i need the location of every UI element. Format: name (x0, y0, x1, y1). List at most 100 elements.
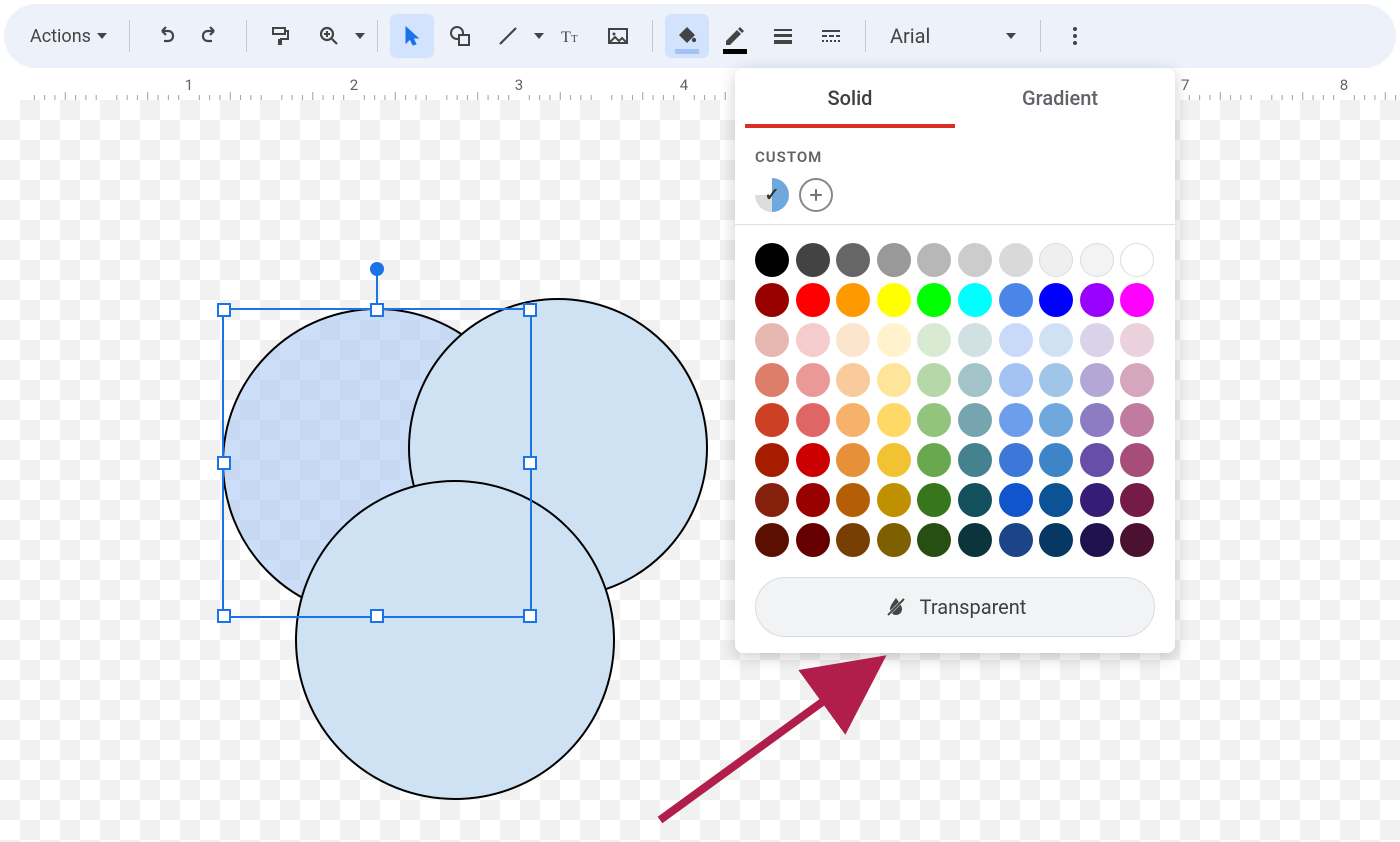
color-swatch[interactable] (958, 403, 992, 437)
color-swatch[interactable] (755, 283, 789, 317)
shape-tool[interactable] (438, 14, 482, 58)
color-swatch[interactable] (917, 443, 951, 477)
border-dash-button[interactable] (809, 14, 853, 58)
color-swatch[interactable] (1080, 283, 1114, 317)
color-swatch[interactable] (877, 483, 911, 517)
color-swatch[interactable] (1039, 443, 1073, 477)
color-swatch[interactable] (755, 443, 789, 477)
color-swatch[interactable] (999, 403, 1033, 437)
color-swatch[interactable] (877, 323, 911, 357)
color-swatch[interactable] (1080, 403, 1114, 437)
color-swatch[interactable] (999, 363, 1033, 397)
color-swatch[interactable] (1120, 403, 1154, 437)
actions-menu[interactable]: Actions (20, 20, 117, 53)
tab-gradient[interactable]: Gradient (955, 68, 1165, 128)
color-swatch[interactable] (1039, 283, 1073, 317)
undo-button[interactable] (142, 14, 186, 58)
color-swatch[interactable] (958, 283, 992, 317)
transparent-button[interactable]: Transparent (755, 577, 1155, 637)
color-swatch[interactable] (836, 243, 870, 277)
color-swatch[interactable] (999, 483, 1033, 517)
border-color-button[interactable] (713, 14, 757, 58)
color-swatch[interactable] (877, 243, 911, 277)
color-swatch[interactable] (999, 243, 1033, 277)
color-swatch[interactable] (796, 323, 830, 357)
color-swatch[interactable] (917, 523, 951, 557)
color-swatch[interactable] (1120, 443, 1154, 477)
color-swatch[interactable] (958, 323, 992, 357)
color-swatch[interactable] (917, 403, 951, 437)
color-swatch[interactable] (877, 283, 911, 317)
resize-handle-sw[interactable] (217, 609, 231, 623)
color-swatch[interactable] (999, 323, 1033, 357)
color-swatch[interactable] (755, 363, 789, 397)
color-swatch[interactable] (796, 283, 830, 317)
color-swatch[interactable] (917, 483, 951, 517)
border-weight-button[interactable] (761, 14, 805, 58)
color-swatch[interactable] (1080, 323, 1114, 357)
redo-button[interactable] (190, 14, 234, 58)
color-swatch[interactable] (1039, 243, 1073, 277)
image-tool[interactable] (596, 14, 640, 58)
color-swatch[interactable] (836, 283, 870, 317)
shape-circle[interactable] (295, 480, 615, 800)
color-swatch[interactable] (796, 523, 830, 557)
color-swatch[interactable] (1080, 523, 1114, 557)
color-swatch[interactable] (836, 403, 870, 437)
custom-color-current[interactable] (755, 178, 789, 212)
color-swatch[interactable] (755, 323, 789, 357)
color-swatch[interactable] (836, 363, 870, 397)
color-swatch[interactable] (1039, 363, 1073, 397)
color-swatch[interactable] (1120, 523, 1154, 557)
color-swatch[interactable] (958, 483, 992, 517)
color-swatch[interactable] (877, 363, 911, 397)
color-swatch[interactable] (999, 283, 1033, 317)
color-swatch[interactable] (1120, 323, 1154, 357)
select-tool[interactable] (390, 14, 434, 58)
color-swatch[interactable] (958, 523, 992, 557)
color-swatch[interactable] (1080, 443, 1114, 477)
color-swatch[interactable] (958, 363, 992, 397)
color-swatch[interactable] (1120, 283, 1154, 317)
color-swatch[interactable] (836, 443, 870, 477)
color-swatch[interactable] (917, 243, 951, 277)
rotation-handle[interactable] (370, 262, 384, 276)
color-swatch[interactable] (796, 403, 830, 437)
color-swatch[interactable] (755, 243, 789, 277)
color-swatch[interactable] (1039, 483, 1073, 517)
color-swatch[interactable] (1080, 363, 1114, 397)
color-swatch[interactable] (796, 483, 830, 517)
color-swatch[interactable] (1120, 363, 1154, 397)
color-swatch[interactable] (877, 523, 911, 557)
color-swatch[interactable] (1080, 243, 1114, 277)
color-swatch[interactable] (796, 443, 830, 477)
color-swatch[interactable] (755, 483, 789, 517)
color-swatch[interactable] (796, 363, 830, 397)
textbox-tool[interactable]: TT (548, 14, 592, 58)
chevron-down-icon[interactable] (355, 33, 365, 39)
color-swatch[interactable] (755, 523, 789, 557)
resize-handle-nw[interactable] (217, 303, 231, 317)
color-swatch[interactable] (1120, 243, 1154, 277)
color-swatch[interactable] (958, 443, 992, 477)
color-swatch[interactable] (958, 243, 992, 277)
color-swatch[interactable] (836, 523, 870, 557)
fill-color-button[interactable] (665, 14, 709, 58)
color-swatch[interactable] (917, 283, 951, 317)
color-swatch[interactable] (917, 363, 951, 397)
drawing-canvas[interactable] (0, 100, 1400, 842)
color-swatch[interactable] (917, 323, 951, 357)
color-swatch[interactable] (796, 243, 830, 277)
add-custom-color-button[interactable] (799, 178, 833, 212)
paint-format-button[interactable] (259, 14, 303, 58)
color-swatch[interactable] (999, 443, 1033, 477)
color-swatch[interactable] (999, 523, 1033, 557)
color-swatch[interactable] (1039, 523, 1073, 557)
font-family-select[interactable]: Arial (878, 16, 1028, 56)
tab-solid[interactable]: Solid (745, 68, 955, 128)
color-swatch[interactable] (1120, 483, 1154, 517)
color-swatch[interactable] (836, 483, 870, 517)
color-swatch[interactable] (836, 323, 870, 357)
zoom-button[interactable] (307, 14, 351, 58)
color-swatch[interactable] (877, 443, 911, 477)
